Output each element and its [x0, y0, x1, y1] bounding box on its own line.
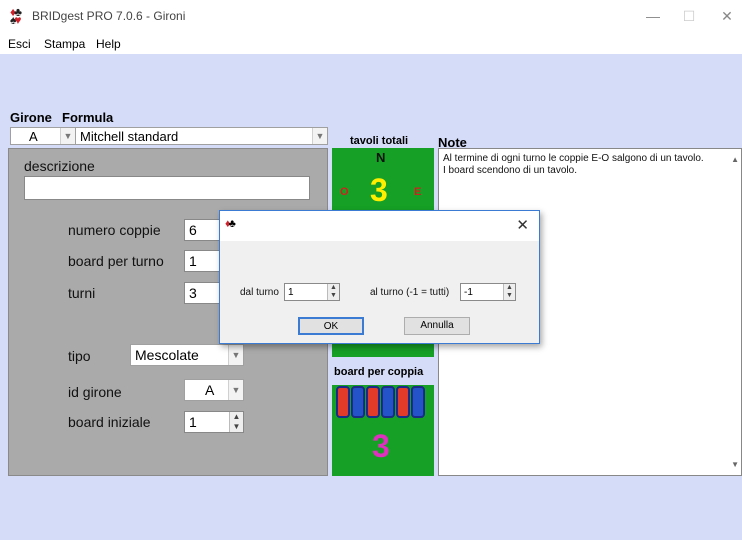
board-per-turno-label: board per turno [68, 253, 164, 269]
chevron-down-icon[interactable]: ▼ [60, 128, 75, 144]
dal-turno-value: 1 [288, 287, 294, 298]
turni-value: 3 [189, 285, 197, 301]
boards-cards-icon [336, 386, 430, 420]
numero-coppie-field[interactable]: 6 [184, 219, 224, 241]
board-card [351, 386, 365, 418]
board-card [396, 386, 410, 418]
girone-select[interactable]: A ▼ [10, 127, 76, 145]
board-card [366, 386, 380, 418]
turn-range-dialog: ♦♣ ✕ dal turno 1 ▲ ▼ al turno (-1 = tutti… [219, 210, 540, 344]
girone-label: Girone [10, 110, 52, 125]
descrizione-label: descrizione [24, 158, 95, 174]
ok-button[interactable]: OK [298, 317, 364, 335]
dialog-title-bar: ♦♣ ✕ [220, 211, 539, 241]
dal-turno-label: dal turno [240, 287, 279, 298]
boards-count: 3 [372, 428, 390, 464]
chevron-down-icon[interactable]: ▼ [228, 380, 243, 400]
numero-coppie-label: numero coppie [68, 222, 161, 238]
girone-select-value: A [29, 129, 38, 144]
id-girone-label: id girone [68, 384, 122, 400]
turni-field[interactable]: 3 [184, 282, 224, 304]
formula-select[interactable]: Mitchell standard ▼ [76, 127, 328, 145]
tipo-select-value: Mescolate [135, 347, 199, 363]
formula-select-value: Mitchell standard [80, 129, 179, 144]
board-per-turno-field[interactable]: 1 [184, 250, 224, 272]
id-girone-select-value: A [205, 382, 215, 398]
note-line: I board scendono di un tavolo. [443, 165, 577, 176]
annulla-button[interactable]: Annulla [404, 317, 470, 335]
tipo-select[interactable]: Mescolate ▼ [130, 344, 244, 366]
title-bar: ♦♣ ♠♥ BRIDgest PRO 7.0.6 - Gironi — ☐ ✕ [0, 0, 742, 34]
scroll-up-icon[interactable]: ▲ [731, 155, 739, 164]
scroll-down-icon[interactable]: ▼ [731, 460, 739, 469]
menu-stampa[interactable]: Stampa [44, 37, 85, 51]
board-card [381, 386, 395, 418]
tipo-label: tipo [68, 348, 91, 364]
numero-coppie-value: 6 [189, 222, 197, 238]
menu-help[interactable]: Help [96, 37, 121, 51]
minimize-button[interactable]: — [638, 6, 668, 26]
app-logo-icon: ♦♣ [225, 218, 236, 230]
west-label: O [340, 186, 349, 198]
menu-bar: Esci Stampa Help [0, 34, 742, 54]
spinner-arrows-icon[interactable]: ▲ ▼ [503, 284, 515, 300]
spinner-arrows-icon[interactable]: ▲ ▼ [229, 412, 243, 432]
board-card [336, 386, 350, 418]
board-card [411, 386, 425, 418]
close-window-button[interactable]: ✕ [712, 6, 742, 26]
al-turno-label: al turno (-1 = tutti) [370, 287, 450, 298]
dal-turno-field[interactable]: 1 ▲ ▼ [284, 283, 340, 301]
board-per-coppia-label: board per coppia [334, 366, 424, 378]
board-per-turno-value: 1 [189, 253, 197, 269]
dialog-close-button[interactable]: ✕ [516, 216, 529, 234]
al-turno-value: -1 [464, 287, 473, 298]
note-line: Al termine di ogni turno le coppie E-O s… [443, 153, 704, 164]
chevron-down-icon[interactable]: ▼ [228, 345, 243, 365]
tables-count: 3 [370, 172, 388, 208]
chevron-down-icon[interactable]: ▼ [312, 128, 327, 144]
east-label: E [414, 186, 422, 198]
spinner-arrows-icon[interactable]: ▲ ▼ [327, 284, 339, 300]
tavoli-totali-label: tavoli totali [350, 135, 409, 147]
menu-esci[interactable]: Esci [8, 37, 31, 51]
north-label: N [376, 150, 386, 165]
board-iniziale-value: 1 [189, 414, 197, 430]
board-iniziale-field[interactable]: 1 ▲ ▼ [184, 411, 244, 433]
maximize-button[interactable]: ☐ [674, 6, 704, 26]
id-girone-select[interactable]: A ▼ [184, 379, 244, 401]
al-turno-field[interactable]: -1 ▲ ▼ [460, 283, 516, 301]
app-logo-icon: ♦♣ ♠♥ [10, 5, 22, 27]
window-title: BRIDgest PRO 7.0.6 - Gironi [32, 9, 186, 23]
formula-label: Formula [62, 110, 114, 125]
board-iniziale-label: board iniziale [68, 414, 151, 430]
turni-label: turni [68, 285, 96, 301]
descrizione-input[interactable] [24, 176, 310, 200]
